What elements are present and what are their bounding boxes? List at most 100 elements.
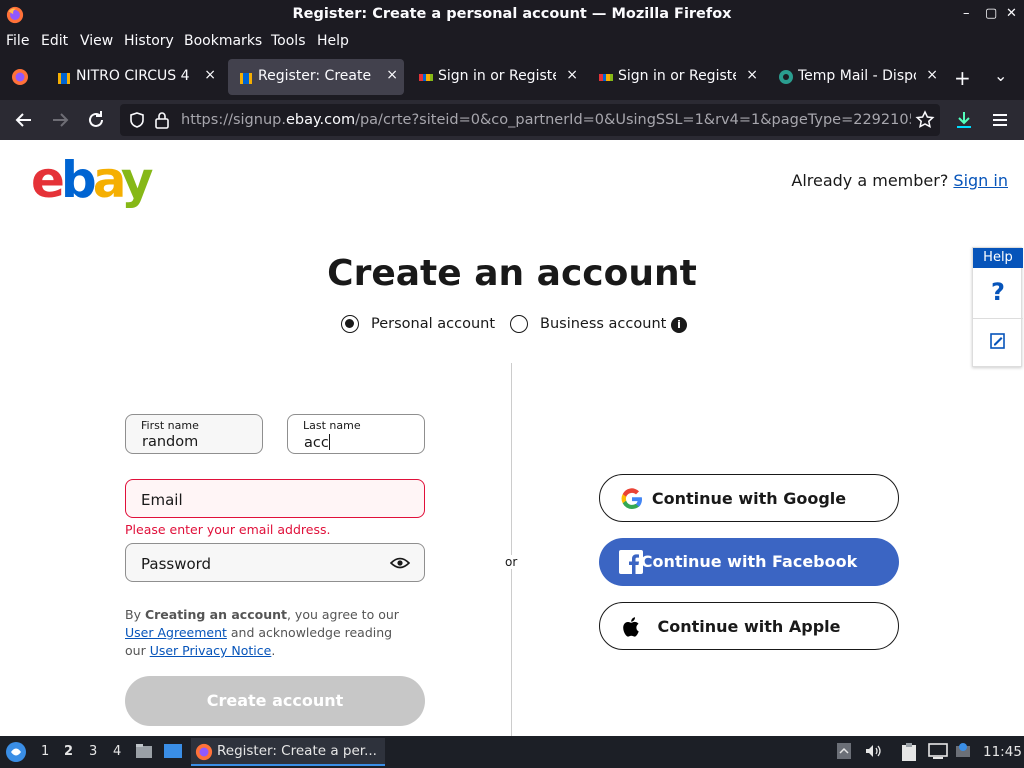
menu-edit[interactable]: Edit [41, 33, 68, 49]
list-all-tabs-button[interactable]: ⌄ [994, 66, 1007, 85]
password-placeholder: Password [141, 555, 212, 573]
reload-icon[interactable] [84, 108, 108, 132]
taskbar: 1 2 3 4 Register: Create a per... 11:45 [0, 736, 1024, 768]
privacy-notice-link[interactable]: User Privacy Notice [150, 643, 272, 658]
firefox-icon [195, 743, 213, 761]
workspace-1[interactable]: 1 [41, 744, 49, 759]
last-name-value: acc [304, 435, 329, 451]
email-error-message: Please enter your email address. [125, 522, 331, 537]
url-prefix: https://signup. [181, 112, 286, 128]
tab-label: NITRO CIRCUS 4 L [76, 68, 194, 84]
logo-letter: e [31, 151, 65, 209]
shield-icon[interactable] [128, 111, 146, 129]
desktop-icon[interactable] [163, 742, 183, 760]
menu-bookmarks[interactable]: Bookmarks [184, 33, 262, 49]
notification-icon[interactable] [954, 742, 972, 760]
back-arrow-icon[interactable] [12, 108, 36, 132]
file-manager-icon[interactable] [135, 742, 153, 760]
business-account-radio[interactable] [510, 315, 528, 333]
email-field[interactable]: Email [125, 479, 425, 518]
last-name-label: Last name [303, 419, 361, 432]
tab-label: Sign in or Register [618, 68, 736, 84]
ebay-colors-icon [599, 74, 613, 81]
window-titlebar: Register: Create a personal account — Mo… [0, 0, 1024, 30]
workspace-3[interactable]: 3 [89, 744, 97, 759]
password-field[interactable]: Password [125, 543, 425, 582]
create-account-button[interactable]: Create account [125, 676, 425, 726]
tab-label: Register: Create a [258, 68, 376, 84]
text-caret [328, 434, 330, 450]
clipboard-icon[interactable] [900, 742, 918, 762]
page-content: ebay Already a member? Sign in Help ? Cr… [0, 140, 1024, 736]
tab-sign-in-2[interactable]: Sign in or Register × [588, 59, 764, 95]
page-title: Create an account [327, 253, 697, 294]
first-name-field[interactable]: First name random [125, 414, 263, 454]
continue-with-apple-button[interactable]: Continue with Apple [599, 602, 899, 650]
taskbar-window-label: Register: Create a per... [217, 743, 377, 759]
personal-account-label[interactable]: Personal account [371, 316, 495, 332]
last-name-input-value: acc [304, 434, 330, 451]
ebay-colors-icon [419, 74, 433, 81]
tray-up-icon[interactable] [836, 742, 852, 760]
download-icon[interactable] [952, 108, 976, 132]
tab-nitro-circus[interactable]: NITRO CIRCUS 4 L × [46, 59, 222, 95]
taskbar-window-firefox[interactable]: Register: Create a per... [191, 738, 385, 766]
business-account-label[interactable]: Business account [540, 316, 666, 332]
url-text[interactable]: https://signup.ebay.com/pa/crte?siteid=0… [181, 112, 911, 128]
close-tab-icon[interactable]: × [746, 67, 758, 83]
forward-arrow-icon[interactable] [48, 108, 72, 132]
continue-with-google-button[interactable]: Continue with Google [599, 474, 899, 522]
bookmark-star-icon[interactable] [915, 110, 935, 130]
agree-text: , you agree to our [286, 607, 399, 622]
workspace-4[interactable]: 4 [113, 744, 121, 759]
menu-view[interactable]: View [80, 33, 113, 49]
close-tab-icon[interactable]: × [204, 67, 216, 83]
continue-with-facebook-button[interactable]: Continue with Facebook [599, 538, 899, 586]
already-member: Already a member? Sign in [791, 171, 1008, 190]
feedback-note-icon[interactable] [989, 332, 1007, 350]
apple-button-label: Continue with Apple [657, 617, 841, 636]
tab-temp-mail[interactable]: Temp Mail - Dispo × [768, 59, 944, 95]
personal-account-radio[interactable] [341, 315, 359, 333]
close-tab-icon[interactable]: × [386, 67, 398, 83]
menu-help[interactable]: Help [317, 33, 349, 49]
clock: 11:45 [983, 744, 1022, 760]
info-icon[interactable]: i [671, 317, 687, 333]
maximize-button[interactable]: ▢ [985, 6, 997, 21]
menu-file[interactable]: File [6, 33, 29, 49]
close-window-button[interactable]: ✕ [1006, 6, 1017, 21]
minimize-button[interactable]: – [963, 6, 970, 21]
logo-letter: y [120, 151, 154, 209]
tab-sign-in-1[interactable]: Sign in or Register × [408, 59, 584, 95]
hamburger-menu-icon[interactable] [988, 108, 1012, 132]
user-agreement-link[interactable]: User Agreement [125, 625, 227, 640]
help-divider [973, 318, 1023, 319]
close-tab-icon[interactable]: × [566, 67, 578, 83]
firefox-view-icon[interactable] [10, 67, 30, 87]
email-placeholder: Email [141, 491, 183, 509]
first-name-label: First name [141, 419, 199, 432]
tab-label: Temp Mail - Dispo [798, 68, 916, 84]
menu-history[interactable]: History [124, 33, 174, 49]
start-menu-icon[interactable] [5, 741, 27, 763]
facebook-button-label: Continue with Facebook [640, 552, 858, 571]
menu-tools[interactable]: Tools [271, 33, 306, 49]
ebay-logo[interactable]: ebay [31, 150, 154, 210]
network-icon[interactable] [928, 742, 948, 760]
window-title: Register: Create a personal account — Mo… [292, 6, 732, 22]
url-bar[interactable]: https://signup.ebay.com/pa/crte?siteid=0… [120, 104, 940, 136]
url-path: /pa/crte?siteid=0&co_partnerId=0&UsingSS… [355, 112, 911, 128]
close-tab-icon[interactable]: × [926, 67, 938, 83]
show-password-eye-icon[interactable] [390, 556, 410, 570]
last-name-field[interactable]: Last name acc [287, 414, 425, 454]
logo-letter: b [60, 151, 97, 209]
new-tab-button[interactable]: + [954, 66, 971, 90]
workspace-2[interactable]: 2 [64, 744, 73, 759]
agree-text: . [271, 643, 276, 658]
sign-in-link[interactable]: Sign in [953, 171, 1008, 190]
first-name-value: random [142, 434, 199, 450]
tab-register[interactable]: Register: Create a × [228, 59, 404, 95]
volume-icon[interactable] [864, 742, 882, 760]
menu-bar: File Edit View History Bookmarks Tools H… [0, 30, 1024, 54]
lock-icon[interactable] [154, 111, 170, 129]
